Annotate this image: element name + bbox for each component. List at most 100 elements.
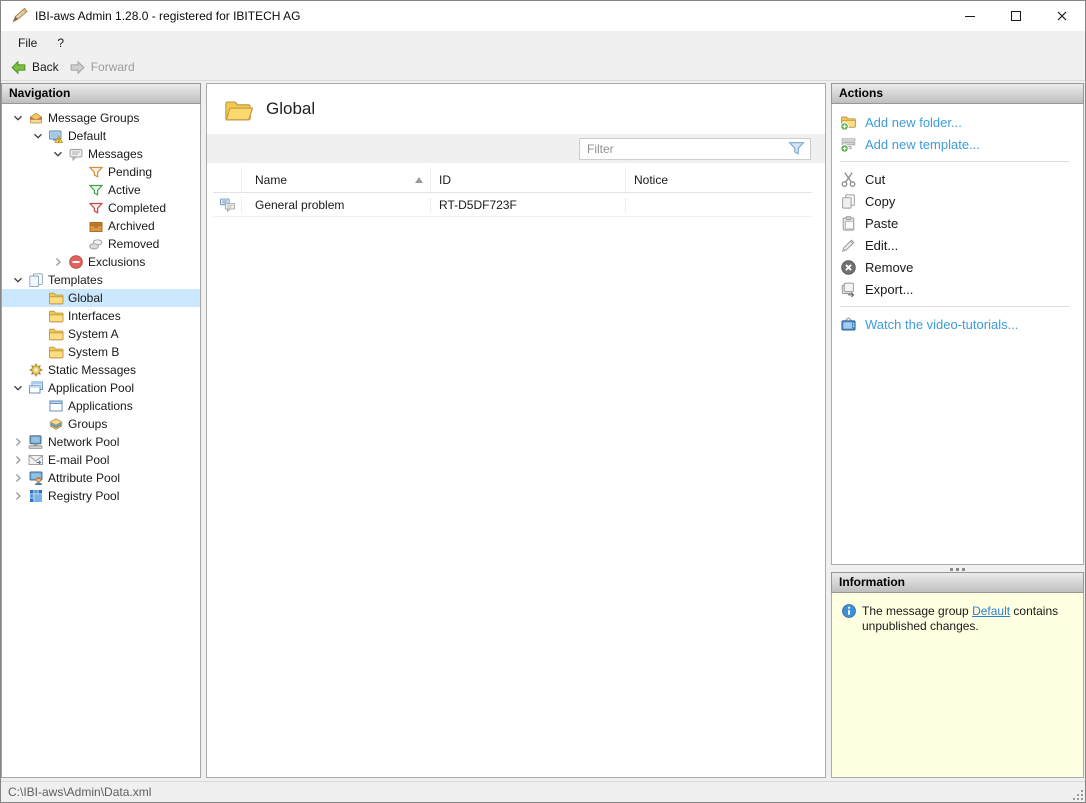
add-folder-icon [840,114,857,131]
information-pane: Information The message group Default co… [831,572,1084,778]
menu-file[interactable]: File [8,33,47,53]
nav-item-global[interactable]: Global [2,289,200,307]
messages-icon [68,146,84,162]
nav-item-removed[interactable]: Removed [2,235,200,253]
nav-item-pending[interactable]: Pending [2,163,200,181]
nav-item-messages[interactable]: Messages [2,145,200,163]
nav-item-message-groups[interactable]: Message Groups [2,109,200,127]
page-title: Global [266,99,316,118]
action-cut[interactable]: Cut [832,168,1083,190]
table-header-row: Name ID Notice [213,167,812,193]
templates-icon [28,272,44,288]
actions-pane: Actions Add new folder... Add new templat… [831,83,1084,565]
actions-separator [840,306,1069,307]
edit-icon [840,237,857,254]
chevron-right-icon[interactable] [10,434,26,450]
groups-icon [48,416,64,432]
applications-icon [48,398,64,414]
main-pane: Global NameIDNotice General problemRT-D5… [206,83,826,778]
menu-help[interactable]: ? [47,33,74,53]
application-pool-icon [28,380,44,396]
nav-item-network-pool[interactable]: Network Pool [2,433,200,451]
cut-icon [840,171,857,188]
paste-icon [840,215,857,232]
title-bar: IBI-aws Admin 1.28.0 - registered for IB… [1,1,1085,31]
minimize-icon [962,8,978,24]
nav-item-system-a[interactable]: System A [2,325,200,343]
chevron-right-icon[interactable] [10,452,26,468]
information-header: Information [831,572,1084,593]
chevron-down-icon[interactable] [50,146,66,162]
information-text: The message group Default contains unpub… [862,604,1059,633]
action-watch-the-video-tutorials[interactable]: Watch the video-tutorials... [832,313,1083,335]
chevron-down-icon[interactable] [30,128,46,144]
forward-button[interactable]: Forward [66,57,142,78]
nav-item-applications[interactable]: Applications [2,397,200,415]
column-notice[interactable]: Notice [626,167,812,192]
static-messages-icon [28,362,44,378]
action-add-new-template[interactable]: Add new template... [832,133,1083,155]
nav-item-e-mail-pool[interactable]: E-mail Pool [2,451,200,469]
toolbar: Back Forward [1,54,1085,81]
resize-grip-icon[interactable] [1070,787,1083,800]
minimize-button[interactable] [947,1,993,31]
chevron-down-icon[interactable] [10,380,26,396]
chevron-right-icon[interactable] [10,488,26,504]
action-add-new-folder[interactable]: Add new folder... [832,111,1083,133]
nav-item-application-pool[interactable]: Application Pool [2,379,200,397]
column-icon[interactable] [213,167,242,192]
message-groups-icon [28,110,44,126]
navigation-pane: Navigation Message Groups Default Messages… [1,83,201,778]
back-button[interactable]: Back [7,57,66,78]
nav-item-static-messages[interactable]: Static Messages [2,361,200,379]
message-row-icon [219,197,236,213]
information-body: The message group Default contains unpub… [831,593,1084,778]
nav-item-interfaces[interactable]: Interfaces [2,307,200,325]
filter-box [579,137,811,160]
templates-table: Name ID Notice General problem RT-D5DF723F [213,167,812,217]
chevron-right-icon[interactable] [50,254,66,270]
folder-icon [48,290,64,306]
nav-item-attribute-pool[interactable]: Attribute Pool [2,469,200,487]
default-group-link[interactable]: Default [972,604,1010,618]
attribute-pool-icon [28,470,44,486]
maximize-button[interactable] [993,1,1039,31]
chevron-right-icon[interactable] [10,470,26,486]
back-icon [10,59,27,76]
network-pool-icon [28,434,44,450]
maximize-icon [1008,8,1024,24]
folder-icon [48,326,64,342]
filter-input[interactable] [580,141,788,156]
action-export[interactable]: Export... [832,278,1083,300]
filter-funnel-icon[interactable] [788,141,805,156]
column-name[interactable]: Name [242,167,431,192]
action-paste[interactable]: Paste [832,212,1083,234]
window-title: IBI-aws Admin 1.28.0 - registered for IB… [35,9,301,23]
action-remove[interactable]: Remove [832,256,1083,278]
chevron-down-icon[interactable] [10,110,26,126]
main-header: Global [207,84,825,134]
stamp-tool-icon [10,7,28,25]
close-button[interactable] [1039,1,1085,31]
table-row[interactable]: General problem RT-D5DF723F [213,193,812,217]
archived-icon [88,218,104,234]
action-copy[interactable]: Copy [832,190,1083,212]
info-icon [841,603,857,619]
folder-open-icon [223,96,253,123]
column-id[interactable]: ID [431,167,626,192]
chevron-down-icon[interactable] [10,272,26,288]
nav-item-system-b[interactable]: System B [2,343,200,361]
nav-item-exclusions[interactable]: Exclusions [2,253,200,271]
navigation-tree: Message Groups Default Messages Pending Acti… [1,104,201,778]
nav-item-completed[interactable]: Completed [2,199,200,217]
nav-item-templates[interactable]: Templates [2,271,200,289]
nav-item-active[interactable]: Active [2,181,200,199]
nav-item-archived[interactable]: Archived [2,217,200,235]
nav-item-groups[interactable]: Groups [2,415,200,433]
action-edit[interactable]: Edit... [832,234,1083,256]
export-icon [840,281,857,298]
actions-list: Add new folder... Add new template... Cut C… [831,104,1084,565]
nav-item-registry-pool[interactable]: Registry Pool [2,487,200,505]
pending-filter-icon [88,164,104,180]
nav-item-default[interactable]: Default [2,127,200,145]
